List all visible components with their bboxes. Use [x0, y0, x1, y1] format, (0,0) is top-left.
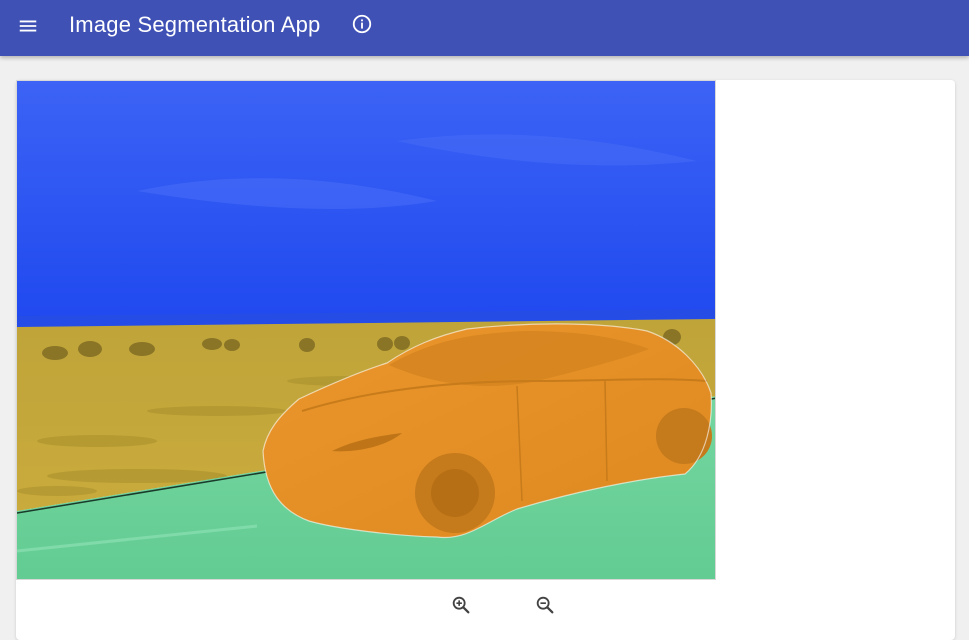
menu-button[interactable]	[14, 12, 42, 40]
zoom-out-icon	[536, 596, 554, 614]
info-button[interactable]	[350, 12, 374, 36]
zoom-in-button[interactable]	[448, 592, 474, 618]
zoom-out-button[interactable]	[532, 592, 558, 618]
segmentation-canvas[interactable]	[16, 80, 716, 580]
rear-wheel	[656, 408, 712, 464]
content-card	[16, 80, 955, 640]
app-title: Image Segmentation App	[69, 12, 321, 37]
zoom-controls	[448, 592, 558, 618]
info-icon	[352, 14, 372, 34]
segmented-image	[17, 81, 715, 579]
front-wheel-rim	[431, 469, 479, 517]
zoom-in-icon	[452, 596, 470, 614]
menu-icon	[19, 20, 37, 32]
app-bar: Image Segmentation App	[0, 0, 969, 56]
